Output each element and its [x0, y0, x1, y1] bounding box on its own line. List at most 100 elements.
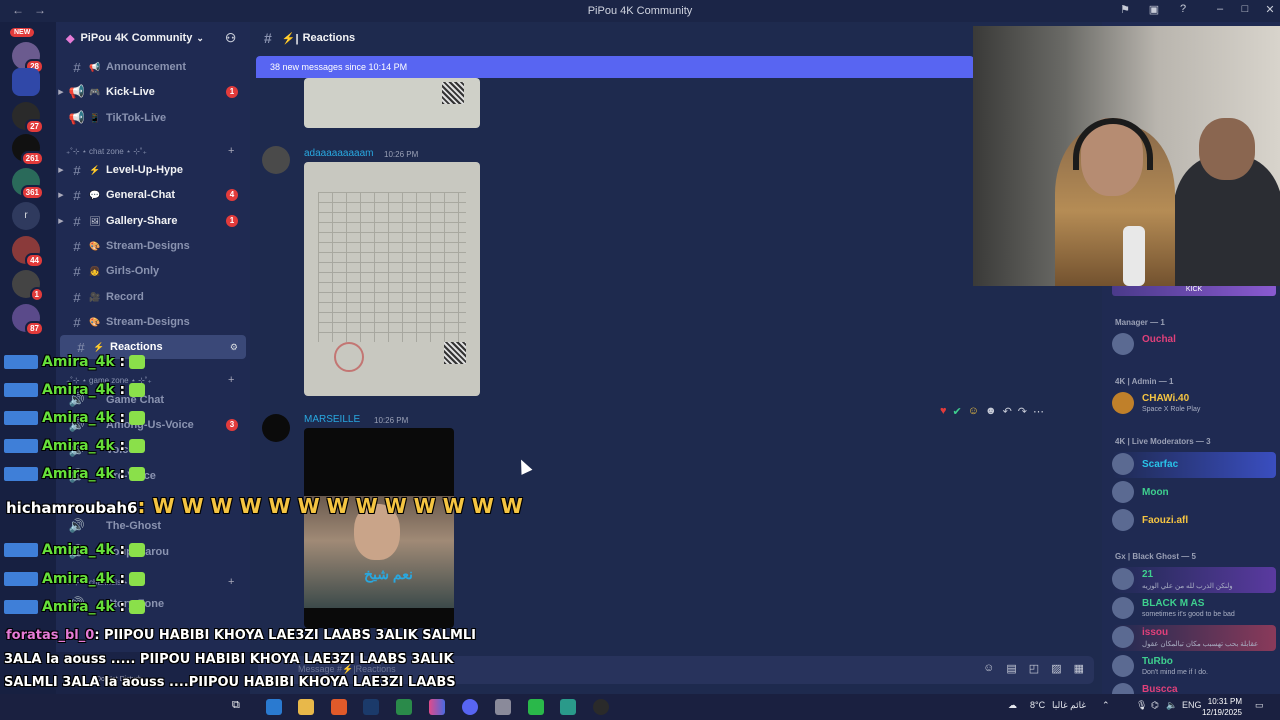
xbox-icon[interactable] [396, 699, 412, 715]
server-icon[interactable]: 27 [12, 102, 44, 134]
new-messages-bar[interactable]: 38 new messages since 10:14 PM [256, 56, 974, 78]
server-icon[interactable]: 361 [12, 168, 44, 200]
voice-channel-item[interactable]: 🔊 The-Ghost [56, 514, 250, 538]
member-item[interactable]: Moon [1112, 480, 1276, 506]
apps-icon[interactable]: ▦ [1074, 662, 1084, 675]
add-channel-icon[interactable]: + [228, 576, 234, 588]
kick-icon[interactable] [528, 699, 544, 715]
channel-item[interactable]: # 📢 Announcement [56, 55, 250, 79]
invite-people-icon[interactable]: ⚇ [225, 31, 236, 45]
mic-icon[interactable]: 🎙 [1136, 700, 1147, 711]
volume-icon[interactable]: 🔈 [1166, 700, 1177, 711]
member-item[interactable]: TuRbo Don't mind me if I do. [1112, 654, 1276, 680]
server-icon[interactable]: 44 [12, 236, 44, 268]
settings-gear-icon[interactable]: ⚙ [230, 342, 238, 353]
server-icon[interactable]: 1 [12, 270, 44, 302]
reply-icon[interactable]: ↶ [1003, 405, 1012, 418]
voice-channel-item[interactable]: 🔊 Loup-Garou [56, 540, 250, 564]
server-icon[interactable]: r [12, 202, 40, 230]
minimize-button[interactable]: – [1210, 3, 1230, 15]
voice-channel-item[interactable]: 🔊 Game Chat [56, 388, 250, 412]
member-item[interactable]: Faouzi.afl [1112, 508, 1276, 534]
more-options-icon[interactable]: ⋯ [1033, 405, 1044, 418]
member-item[interactable]: CHAWi.40 Space X Role Play [1112, 391, 1276, 417]
app-icon[interactable] [429, 699, 445, 715]
tray-expand-icon[interactable]: ⌃ [1102, 700, 1110, 711]
app-icon[interactable] [560, 699, 576, 715]
obs-icon[interactable] [593, 699, 609, 715]
channel-item[interactable]: ▶ # ⚡ Level-Up-Hype [56, 158, 250, 182]
app-icon[interactable] [495, 699, 511, 715]
add-channel-icon[interactable]: + [228, 374, 234, 386]
window-title: PiPou 4K Community [587, 5, 693, 17]
channel-item[interactable]: ▶ # 💬 General-Chat 4 [56, 183, 250, 207]
channel-item[interactable]: # 🎨 Stream-Designs [56, 234, 250, 258]
image-icon[interactable]: ▨ [1051, 662, 1061, 675]
screen-icon[interactable]: ▣ [1144, 3, 1164, 16]
file-explorer-icon[interactable] [298, 699, 314, 715]
stamp-seal [334, 342, 364, 372]
voice-channel-item[interactable]: 🔊 Story-Zone [56, 592, 250, 616]
task-view-icon[interactable]: ⧉ [232, 699, 248, 715]
message-author[interactable]: MARSEILLE [304, 414, 360, 425]
video-attachment[interactable]: نعم شيخ [304, 428, 454, 628]
notification-icon[interactable]: ▭ [1255, 700, 1264, 711]
language-indicator[interactable]: ENG [1182, 700, 1202, 710]
check-reaction-icon[interactable]: ✔ [953, 405, 962, 418]
category-game-zone[interactable]: ₊˚⊹ ⋆ game zone ⋆ ⊹˚₊ + [66, 374, 234, 386]
help-icon[interactable]: ? [1173, 3, 1193, 15]
member-item[interactable]: BLACK M AS sometimes it's good to be bad [1112, 596, 1276, 622]
speaker-icon: 🔊 [68, 468, 86, 483]
category-voice-channels[interactable]: ₊˚⊹ ⋆ channels ⋆ + [66, 576, 234, 588]
sticker-icon[interactable]: ◰ [1029, 662, 1039, 675]
clock[interactable]: 10:31 PM 12/19/2025 [1202, 696, 1242, 718]
server-icon[interactable] [12, 68, 40, 96]
server-icon[interactable]: 28 [12, 42, 44, 74]
voice-channel-item[interactable]: 🔊 Among-Us-Voice 3 [56, 413, 250, 437]
member-item[interactable]: 21 ولنكن الذرب لله من علي الوزيه [1112, 567, 1276, 593]
voice-channel-item[interactable]: 🔊 Pre-Voice [56, 464, 250, 488]
avatar[interactable] [262, 146, 290, 174]
avatar[interactable] [262, 414, 290, 442]
channel-item[interactable]: # 🎨 Stream-Designs [56, 310, 250, 334]
channel-item[interactable]: ▶ # 🖼 Gallery-Share 1 [56, 209, 250, 233]
attachment-image[interactable] [304, 162, 480, 396]
member-item[interactable]: Scarfac [1112, 452, 1276, 478]
category-chat-zone[interactable]: ₊˚⊹ ⋆ chat zone ⋆ ⊹˚₊ + [66, 145, 234, 157]
server-icon[interactable]: 87 [12, 304, 44, 336]
channel-item-active[interactable]: # ⚡ Reactions ⚙ [60, 335, 246, 359]
voice-channel-item[interactable]: 🔊 Voice [56, 438, 250, 462]
heart-reaction-icon[interactable]: ♥ [940, 405, 947, 417]
close-button[interactable]: ✕ [1260, 3, 1280, 16]
steam-icon[interactable] [363, 699, 379, 715]
channel-item[interactable]: 📢 📱 TikTok-Live [56, 106, 250, 130]
channel-item[interactable]: ▶ 📢 🎮 Kick-Live 1 [56, 80, 250, 104]
emoji-reaction-icon[interactable]: ☺ [968, 405, 979, 417]
add-reaction-icon[interactable]: ☻ [985, 405, 997, 417]
member-item[interactable]: issou عقابلة بحب تهسبب مكان تبالمكان عقول [1112, 625, 1276, 651]
channel-item[interactable]: # 🎥 Record [56, 285, 250, 309]
avatar [1112, 509, 1134, 531]
edge-icon[interactable] [266, 699, 282, 715]
avatar [1112, 333, 1134, 355]
attachment-image[interactable] [304, 78, 480, 128]
maximize-button[interactable]: □ [1235, 3, 1255, 15]
message-author[interactable]: adaaaaaaaaam [304, 148, 374, 159]
gif-icon[interactable]: ▤ [1006, 662, 1016, 675]
channel-item[interactable]: # 👧 Girls-Only [56, 259, 250, 283]
member-item[interactable]: Ouchal [1112, 332, 1276, 358]
message-timestamp: 10:26 PM [374, 416, 409, 425]
weather-icon[interactable]: ☁ [1008, 700, 1017, 711]
server-icon[interactable]: 261 [12, 134, 44, 166]
guild-header[interactable]: ◆ PiPou 4K Community ⌄ ⚇ [56, 22, 250, 54]
emoji-icon[interactable]: ☺ [983, 662, 994, 675]
brave-icon[interactable] [331, 699, 347, 715]
member-group-header: Manager — 1 [1115, 318, 1165, 327]
message-actions: ♥ ✔ ☺ ☻ ↶ ↷ ⋯ [940, 400, 1080, 422]
inbox-icon[interactable]: ⚑ [1115, 3, 1135, 16]
network-icon[interactable]: ⌬ [1151, 700, 1159, 711]
discord-icon[interactable] [462, 699, 478, 715]
message-composer[interactable]: Message #⚡|Reactions ☺ ▤ ◰ ▨ ▦ [258, 656, 1094, 684]
add-channel-icon[interactable]: + [228, 145, 234, 157]
forward-icon[interactable]: ↷ [1018, 405, 1027, 418]
